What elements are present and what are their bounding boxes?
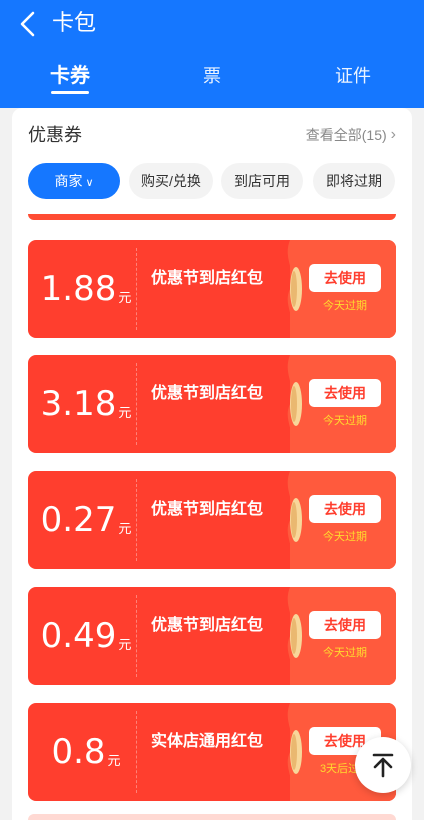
coupon-card[interactable]: 0.8 元 实体店通用红包 去使用 3天后过期 (28, 703, 396, 801)
view-all-label: 查看全部(15) (305, 127, 387, 143)
use-coupon-button[interactable]: 去使用 (309, 495, 381, 523)
coupon-amount: 0.8 元 (36, 703, 136, 801)
back-button[interactable] (14, 8, 42, 40)
coupon-card-partial (28, 214, 396, 220)
coupon-amount: 3.18 元 (36, 355, 136, 453)
arrow-up-to-top-icon (372, 753, 394, 778)
coupon-edge-decoration (287, 240, 306, 338)
coupon-name: 优惠节到店红包 (151, 501, 264, 518)
coupon-list: 1.88 元 优惠节到店红包 去使用 今天过期 3.18 元 优惠节到店红包 去使用… (12, 208, 412, 820)
amount-value: 0.49 (40, 616, 117, 656)
chevron-right-icon: › (390, 126, 396, 143)
filter-label: 到店可用 (234, 173, 290, 189)
coupon-panel: 优惠券 查看全部(15) › 商家 ∨ 购买/兑换 到店可用 即将过期 1.88… (12, 108, 412, 820)
coupon-edge-decoration (287, 703, 306, 801)
amount-value: 1.88 (40, 269, 117, 309)
filter-label: 即将过期 (326, 173, 382, 189)
coupon-edge-decoration (287, 471, 306, 569)
use-coupon-button[interactable]: 去使用 (309, 264, 381, 292)
amount-value: 0.8 (51, 732, 106, 772)
coupon-divider (136, 711, 137, 793)
coupon-edge-decoration (287, 355, 306, 453)
amount-value: 0.27 (40, 500, 117, 540)
coupon-card[interactable]: 3.18 元 优惠节到店红包 去使用 今天过期 (28, 355, 396, 453)
back-to-top-button[interactable] (355, 737, 411, 793)
filter-in-store[interactable]: 到店可用 (221, 163, 303, 199)
amount-unit: 元 (118, 636, 132, 652)
coupon-name: 优惠节到店红包 (151, 270, 264, 287)
amount-unit: 元 (107, 752, 121, 768)
coupon-card[interactable]: 0.27 元 优惠节到店红包 去使用 今天过期 (28, 471, 396, 569)
coupon-amount: 0.49 元 (36, 587, 136, 685)
tab-cards[interactable]: 卡券 (44, 62, 96, 90)
active-tab-indicator (51, 91, 89, 94)
expiry-label: 今天过期 (323, 415, 367, 427)
tab-documents[interactable]: 证件 (326, 62, 380, 90)
amount-value: 3.18 (40, 384, 117, 424)
amount-unit: 元 (118, 404, 132, 420)
expiry-label: 今天过期 (323, 647, 367, 659)
section-title: 优惠券 (28, 125, 82, 145)
coupon-amount: 1.88 元 (36, 240, 136, 338)
chevron-left-icon (20, 11, 35, 37)
page-title: 卡包 (52, 10, 97, 35)
coupon-name: 优惠节到店红包 (151, 617, 264, 634)
view-all-link[interactable]: 查看全部(15) › (306, 124, 396, 146)
expiry-label: 今天过期 (323, 300, 367, 312)
coupon-divider (136, 595, 137, 677)
coupon-name: 优惠节到店红包 (151, 385, 264, 402)
tab-tickets[interactable]: 票 (190, 62, 234, 90)
coupon-card[interactable]: 0.49 元 优惠节到店红包 去使用 今天过期 (28, 587, 396, 685)
amount-unit: 元 (118, 520, 132, 536)
filter-expiring[interactable]: 即将过期 (313, 163, 395, 199)
coupon-divider (136, 479, 137, 561)
filter-label: 商家 (54, 173, 83, 189)
use-coupon-button[interactable]: 去使用 (309, 611, 381, 639)
coupon-edge-decoration (287, 587, 306, 685)
coupon-card-partial (28, 814, 396, 820)
coupon-name: 实体店通用红包 (151, 733, 264, 750)
coupon-card[interactable]: 1.88 元 优惠节到店红包 去使用 今天过期 (28, 240, 396, 338)
chevron-down-icon: ∨ (85, 177, 94, 189)
coupon-divider (136, 363, 137, 445)
app-header: 卡包 卡券 票 证件 (0, 0, 424, 108)
filter-purchase-redeem[interactable]: 购买/兑换 (129, 163, 213, 199)
filter-merchant[interactable]: 商家 ∨ (28, 163, 120, 199)
use-coupon-button[interactable]: 去使用 (309, 379, 381, 407)
amount-unit: 元 (118, 289, 132, 305)
coupon-divider (136, 248, 137, 330)
filter-label: 购买/兑换 (141, 173, 201, 189)
expiry-label: 今天过期 (323, 531, 367, 543)
coupon-amount: 0.27 元 (36, 471, 136, 569)
